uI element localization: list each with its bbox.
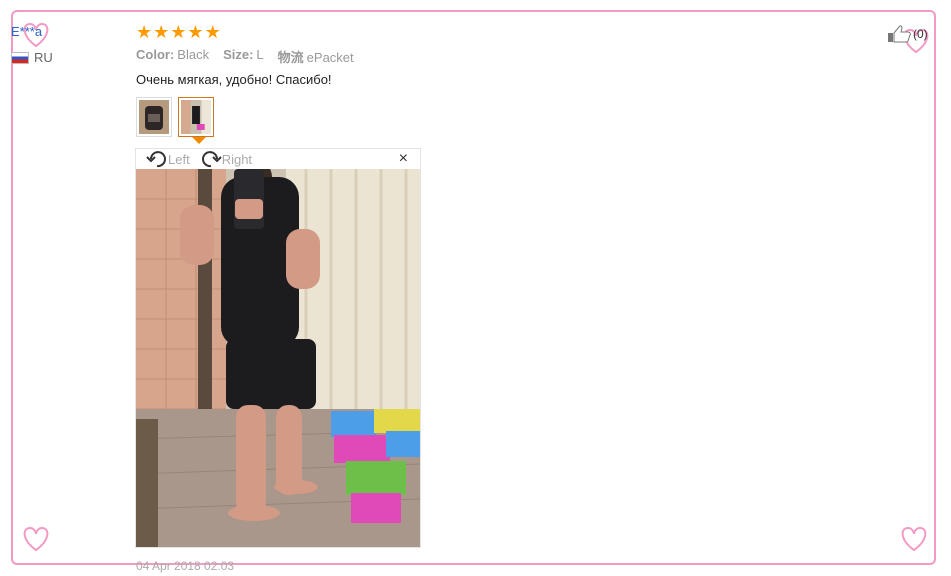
like-button[interactable]: (0) <box>887 25 928 43</box>
attribute-value: ePacket <box>306 50 354 65</box>
active-thumbnail-indicator <box>192 137 206 144</box>
star-rating: ★ ★ ★ ★ ★ <box>136 23 221 41</box>
attribute-key: Size: <box>223 47 254 62</box>
thumbnail-photo-1[interactable] <box>136 97 172 137</box>
star-icon: ★ <box>170 22 187 42</box>
rotate-right-button[interactable]: Right <box>200 149 252 169</box>
rotate-left-button[interactable]: Left <box>146 149 190 169</box>
star-icon: ★ <box>136 22 153 42</box>
reviewer-name[interactable]: E***a <box>11 24 42 39</box>
star-icon: ★ <box>204 22 221 42</box>
heart-corner-icon <box>18 520 54 556</box>
rotate-right-label: Right <box>221 151 253 167</box>
attribute-color: Color: Black <box>136 47 209 66</box>
attribute-value: L <box>256 47 264 62</box>
attribute-shipping: 物流 ePacket <box>278 47 354 66</box>
close-icon[interactable]: × <box>399 151 408 167</box>
reviewer-country: RU <box>11 50 53 65</box>
attribute-value: Black <box>177 47 210 62</box>
photo-viewer: Left Right × <box>135 148 421 548</box>
thumbnail-photo-2[interactable] <box>178 97 214 144</box>
review-photo <box>136 169 420 547</box>
heart-corner-icon <box>896 520 932 556</box>
order-attributes: Color: Black Size: L 物流 ePacket <box>136 47 354 66</box>
attribute-size: Size: L <box>223 47 264 66</box>
photo-thumbnails <box>136 97 214 144</box>
review-text: Очень мягкая, удобно! Спасибо! <box>136 72 332 87</box>
star-icon: ★ <box>153 22 170 42</box>
attribute-key: Color: <box>136 47 175 62</box>
country-code: RU <box>34 50 53 65</box>
rotate-right-icon <box>201 151 222 168</box>
like-count: (0) <box>913 27 928 41</box>
star-icon: ★ <box>187 22 204 42</box>
rotate-left-label: Left <box>168 151 190 167</box>
review-date: 04 Apr 2018 02:03 <box>136 559 235 573</box>
attribute-key: 物流 <box>277 50 304 65</box>
thumbs-up-icon <box>888 25 911 43</box>
rotate-left-icon <box>146 151 166 168</box>
flag-ru-icon <box>11 51 29 64</box>
viewer-toolbar: Left Right × <box>136 149 420 169</box>
